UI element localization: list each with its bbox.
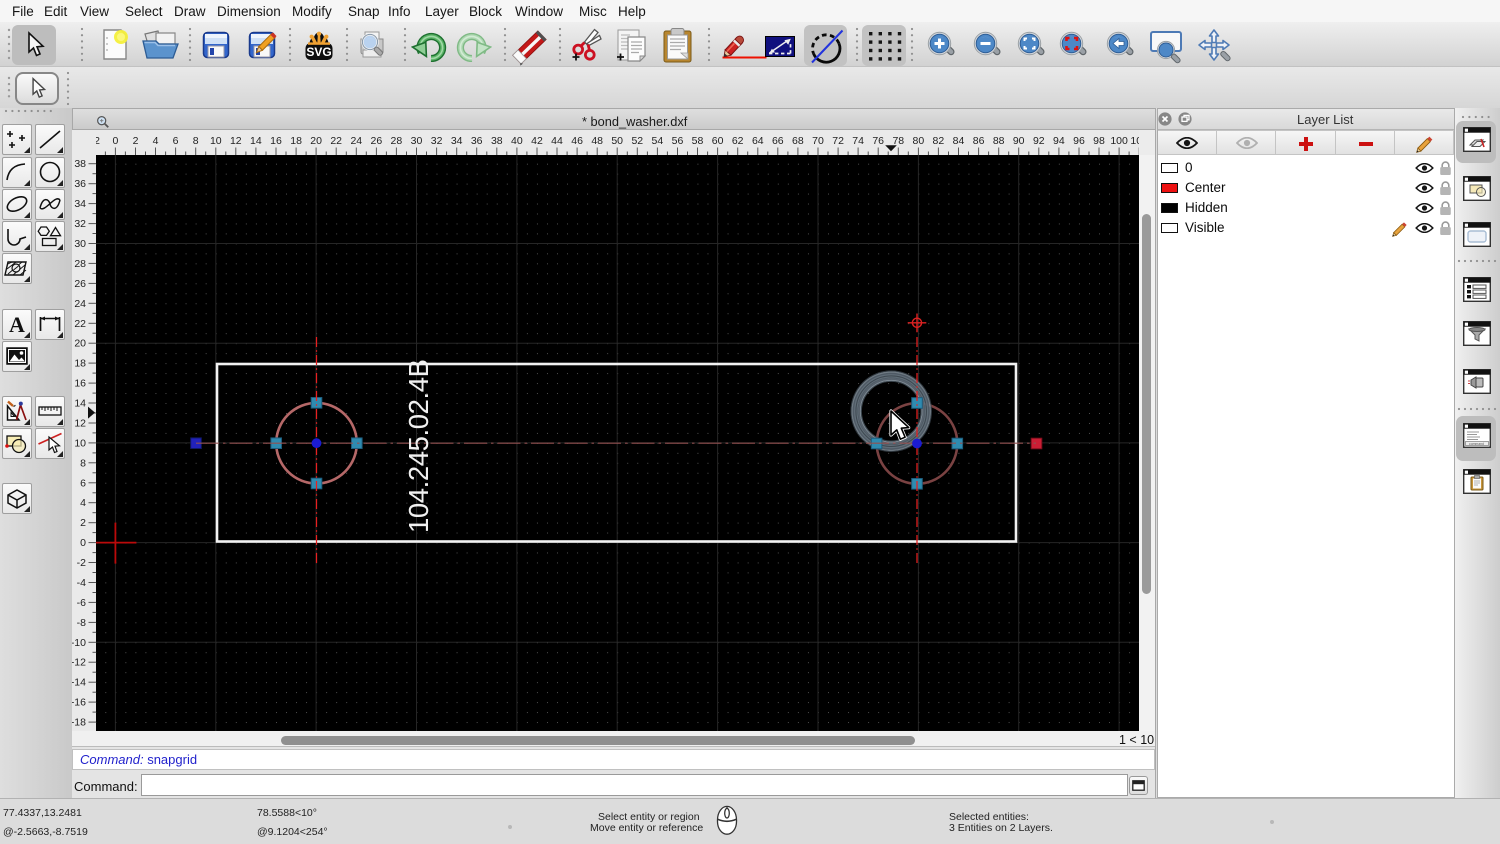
svg-text:28: 28	[391, 135, 403, 147]
svg-text:102: 102	[1130, 135, 1139, 147]
svg-text:4: 4	[153, 135, 159, 147]
svg-text:96: 96	[1073, 135, 1085, 147]
svg-text:78: 78	[892, 135, 904, 147]
svg-text:92: 92	[1033, 135, 1045, 147]
svg-text:66: 66	[772, 135, 784, 147]
svg-text:-10: -10	[72, 637, 86, 649]
svg-text:A: A	[9, 312, 25, 337]
svg-text:10: 10	[74, 437, 86, 449]
svg-text:52: 52	[631, 135, 643, 147]
svg-text:46: 46	[571, 135, 583, 147]
svg-text:32: 32	[74, 218, 86, 230]
svg-text:2: 2	[133, 135, 139, 147]
svg-text:12: 12	[230, 135, 242, 147]
svg-text:98: 98	[1093, 135, 1105, 147]
svg-text:-18: -18	[72, 717, 86, 729]
svg-text:-14: -14	[72, 677, 86, 689]
svg-text:18: 18	[290, 135, 302, 147]
svg-text:54: 54	[652, 135, 664, 147]
svg-text:30: 30	[74, 238, 86, 250]
svg-text:-8: -8	[77, 617, 86, 629]
svg-text:16: 16	[270, 135, 282, 147]
svg-text:74: 74	[852, 135, 864, 147]
svg-text:22: 22	[74, 318, 86, 330]
svg-text:22: 22	[330, 135, 342, 147]
svg-text:84: 84	[953, 135, 965, 147]
svg-text:8: 8	[193, 135, 199, 147]
svg-text:90: 90	[1013, 135, 1025, 147]
svg-text:32: 32	[431, 135, 443, 147]
svg-text:34: 34	[451, 135, 463, 147]
svg-text:48: 48	[591, 135, 603, 147]
svg-text:60: 60	[712, 135, 724, 147]
svg-text:82: 82	[933, 135, 945, 147]
svg-text:4: 4	[80, 497, 86, 509]
svg-text:86: 86	[973, 135, 985, 147]
svg-text:6: 6	[80, 477, 86, 489]
svg-text:command: command	[1469, 442, 1484, 446]
svg-text:8: 8	[80, 457, 86, 469]
svg-text:6: 6	[173, 135, 179, 147]
svg-text:88: 88	[993, 135, 1005, 147]
svg-text:56: 56	[672, 135, 684, 147]
svg-text:44: 44	[551, 135, 563, 147]
svg-text:94: 94	[1053, 135, 1065, 147]
svg-text:16: 16	[74, 378, 86, 390]
svg-text:20: 20	[310, 135, 322, 147]
svg-text:76: 76	[872, 135, 884, 147]
svg-text:-12: -12	[72, 657, 86, 669]
svg-text:64: 64	[752, 135, 764, 147]
svg-text:34: 34	[74, 198, 86, 210]
svg-text:18: 18	[74, 358, 86, 370]
svg-text:68: 68	[792, 135, 804, 147]
svg-text:40: 40	[511, 135, 523, 147]
svg-text:28: 28	[74, 258, 86, 270]
svg-text:80: 80	[913, 135, 925, 147]
svg-text:24: 24	[74, 298, 86, 310]
svg-text:-6: -6	[77, 597, 86, 609]
svg-text:58: 58	[692, 135, 704, 147]
svg-text:62: 62	[732, 135, 744, 147]
svg-text:-2: -2	[77, 557, 86, 569]
svg-text:SVG: SVG	[306, 45, 331, 59]
svg-text:20: 20	[74, 338, 86, 350]
svg-text:26: 26	[371, 135, 383, 147]
svg-text:100: 100	[1110, 135, 1128, 147]
svg-text:-4: -4	[77, 577, 86, 589]
svg-text:38: 38	[491, 135, 503, 147]
svg-text:2: 2	[80, 517, 86, 529]
svg-text:36: 36	[471, 135, 483, 147]
svg-text:50: 50	[611, 135, 623, 147]
svg-text:104.245.02.4B: 104.245.02.4B	[403, 359, 434, 533]
svg-text:-2: -2	[96, 135, 100, 147]
svg-text:0: 0	[112, 135, 118, 147]
svg-text:14: 14	[74, 398, 86, 410]
svg-text:72: 72	[832, 135, 844, 147]
svg-text:70: 70	[812, 135, 824, 147]
svg-text:12: 12	[74, 418, 86, 430]
svg-text:24: 24	[350, 135, 362, 147]
svg-text:36: 36	[74, 178, 86, 190]
svg-text:30: 30	[411, 135, 423, 147]
svg-text:14: 14	[250, 135, 262, 147]
svg-text:26: 26	[74, 278, 86, 290]
svg-text:38: 38	[74, 158, 86, 170]
svg-text:42: 42	[531, 135, 543, 147]
svg-text:-16: -16	[72, 697, 86, 709]
svg-text:10: 10	[210, 135, 222, 147]
svg-text:0: 0	[80, 537, 86, 549]
